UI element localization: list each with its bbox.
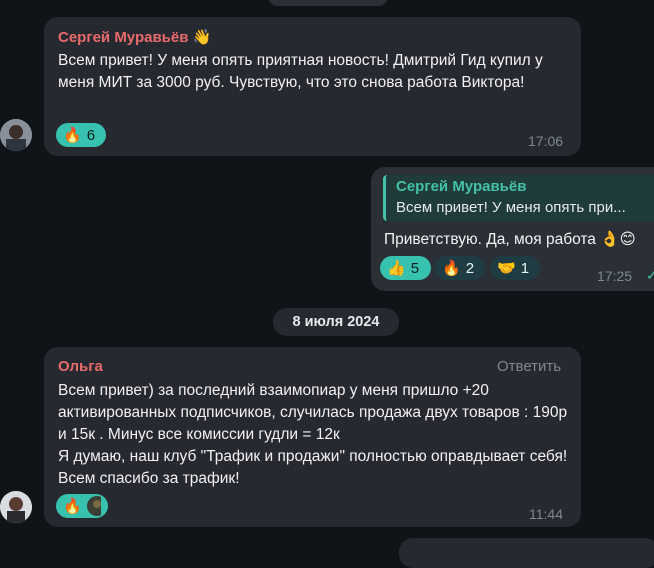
- reaction-thumbs-up[interactable]: 👍 5: [380, 256, 431, 280]
- message-bubble-2[interactable]: Сергей Муравьёв Всем привет! У меня опят…: [371, 167, 654, 291]
- message-text-3: Всем привет) за последний взаимопиар у м…: [58, 382, 568, 487]
- message-time-3: 11:44: [529, 506, 563, 522]
- avatar-olga[interactable]: [0, 491, 32, 523]
- date-pill-top: [268, 0, 388, 6]
- next-message-bubble: [399, 538, 654, 568]
- sender-name-3[interactable]: Ольга: [58, 358, 103, 375]
- reactor-avatar: [86, 496, 101, 516]
- fire-icon: 🔥: [442, 259, 461, 277]
- reaction-count: 2: [465, 259, 475, 277]
- handshake-icon: 🤝: [497, 259, 516, 277]
- reaction-count: 5: [410, 259, 420, 277]
- read-check-icon: ✓: [646, 267, 654, 283]
- thumbs-up-icon: 👍: [387, 259, 406, 277]
- fire-icon: 🔥: [63, 126, 82, 144]
- quote-author: Сергей Муравьёв: [396, 178, 527, 195]
- message-bubble-3[interactable]: Ольга Ответить Всем привет) за последний…: [44, 347, 581, 527]
- message-bubble-1[interactable]: Сергей Муравьёв 👋 Всем привет! У меня оп…: [44, 17, 581, 156]
- reaction-fire-1[interactable]: 🔥 6: [56, 123, 106, 147]
- waving-hand-icon: 👋: [192, 29, 212, 46]
- message-text-1: Всем привет! У меня опять приятная новос…: [58, 52, 543, 91]
- avatar-olga-image: [0, 491, 32, 523]
- sender-name-1[interactable]: Сергей Муравьёв 👋: [58, 28, 211, 46]
- date-separator: 8 июля 2024: [273, 308, 399, 336]
- fire-icon: 🔥: [63, 497, 82, 515]
- reaction-fire-3[interactable]: 🔥: [56, 494, 108, 518]
- reaction-handshake[interactable]: 🤝 1: [490, 256, 540, 280]
- reaction-fire-2[interactable]: 🔥 2: [435, 256, 485, 280]
- reply-button[interactable]: Ответить: [497, 358, 561, 375]
- reaction-count: 1: [520, 259, 530, 277]
- message-time-2: 17:25: [597, 268, 633, 284]
- message-time-1: 17:06: [528, 133, 564, 149]
- avatar-sergey[interactable]: [0, 119, 32, 151]
- reply-quote[interactable]: Сергей Муравьёв Всем привет! У меня опят…: [383, 175, 654, 221]
- avatar-sergey-image: [0, 119, 32, 151]
- quote-text: Всем привет! У меня опять при...: [396, 199, 626, 216]
- reaction-count: 6: [86, 126, 96, 144]
- message-text-2: Приветствую. Да, моя работа 👌😊: [384, 231, 636, 248]
